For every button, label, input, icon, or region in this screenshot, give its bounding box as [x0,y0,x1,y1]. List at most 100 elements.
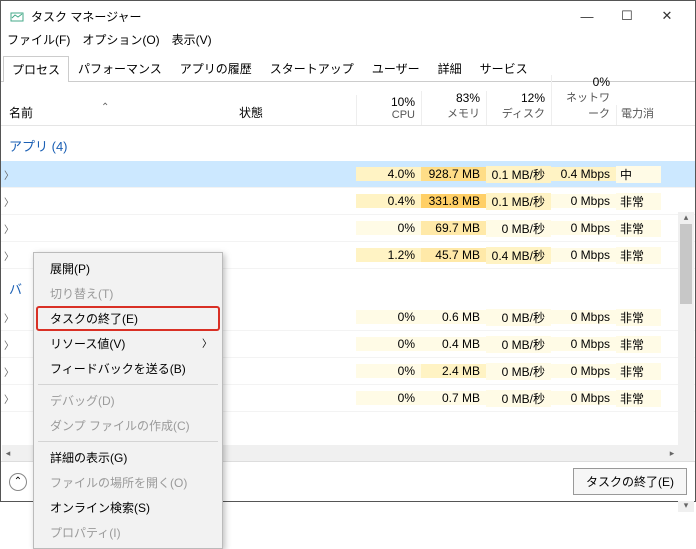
cell-power: 中 [616,166,661,183]
cell-power: 非常 [616,220,661,237]
tab-services[interactable]: サービス [471,55,537,81]
cell-disk: 0 MB/秒 [486,390,551,407]
scroll-up-icon[interactable]: ▴ [678,212,694,224]
scroll-thumb[interactable] [680,224,692,304]
cell-network: 0 Mbps [551,194,616,208]
cell-memory: 928.7 MB [421,167,486,181]
scroll-left-icon[interactable]: ◂ [2,445,14,461]
cm-end-task[interactable]: タスクの終了(E) [36,306,220,331]
expand-chevron-icon[interactable]: 〉 [1,167,17,182]
cell-cpu: 1.2% [356,248,421,262]
cell-disk: 0 MB/秒 [486,220,551,237]
col-network[interactable]: 0%ネットワーク [551,75,616,125]
cell-power: 非常 [616,247,661,264]
tab-details[interactable]: 詳細 [429,55,471,81]
cell-network: 0 Mbps [551,248,616,262]
cell-network: 0 Mbps [551,310,616,324]
cm-expand[interactable]: 展開(P) [36,256,220,281]
menubar: ファイル(F) オプション(O) 表示(V) [1,31,695,51]
tab-performance[interactable]: パフォーマンス [69,55,171,81]
cell-memory: 0.4 MB [421,337,486,351]
cell-cpu: 0.4% [356,194,421,208]
col-power[interactable]: 電力消 [616,105,661,125]
cell-cpu: 0% [356,310,421,324]
cm-separator [38,441,218,442]
table-row[interactable]: 〉 0.4%331.8 MB0.1 MB/秒0 Mbps非常 [1,188,695,215]
sort-indicator-icon: ⌃ [101,102,109,113]
cm-details[interactable]: 詳細の表示(G) [36,445,220,470]
expand-chevron-icon[interactable]: 〉 [1,391,17,406]
cell-network: 0 Mbps [551,221,616,235]
cm-search[interactable]: オンライン検索(S) [36,495,220,520]
cell-memory: 2.4 MB [421,364,486,378]
cm-open-location: ファイルの場所を開く(O) [36,470,220,495]
menu-view[interactable]: 表示(V) [172,31,212,51]
cell-cpu: 4.0% [356,167,421,181]
chevron-up-icon: ⌃ [9,473,27,491]
cell-memory: 331.8 MB [421,194,486,208]
expand-chevron-icon[interactable]: 〉 [1,337,17,352]
cell-memory: 0.7 MB [421,391,486,405]
tab-processes[interactable]: プロセス [3,56,69,82]
cell-disk: 0.1 MB/秒 [486,166,551,183]
cell-network: 0 Mbps [551,364,616,378]
context-menu: 展開(P) 切り替え(T) タスクの終了(E) リソース値(V)〉 フィードバッ… [33,252,223,549]
submenu-arrow-icon: 〉 [202,335,212,350]
cm-dump: ダンプ ファイルの作成(C) [36,413,220,438]
expand-chevron-icon[interactable]: 〉 [1,194,17,209]
tab-startup[interactable]: スタートアップ [261,55,363,81]
minimize-button[interactable]: ― [567,2,607,30]
expand-chevron-icon[interactable]: 〉 [1,310,17,325]
cell-memory: 69.7 MB [421,221,486,235]
cell-disk: 0.4 MB/秒 [486,247,551,264]
col-name[interactable]: ⌃ 名前 [1,104,231,125]
cell-power: 非常 [616,390,661,407]
cm-separator [38,384,218,385]
cell-cpu: 0% [356,337,421,351]
cell-memory: 45.7 MB [421,248,486,262]
scroll-right-icon[interactable]: ▸ [666,445,678,461]
cm-switch: 切り替え(T) [36,281,220,306]
expand-chevron-icon[interactable]: 〉 [1,221,17,236]
close-button[interactable]: ✕ [647,2,687,30]
cell-power: 非常 [616,363,661,380]
cell-disk: 0.1 MB/秒 [486,193,551,210]
cm-properties: プロパティ(I) [36,520,220,545]
table-row[interactable]: 〉 0%69.7 MB0 MB/秒0 Mbps非常 [1,215,695,242]
cell-power: 非常 [616,336,661,353]
group-apps[interactable]: アプリ (4) [1,126,695,161]
cell-power: 非常 [616,309,661,326]
cell-network: 0 Mbps [551,391,616,405]
content-area: ⌃ 名前 状態 10%CPU 83%メモリ 12%ディスク 0%ネットワーク 電… [1,82,695,462]
tab-users[interactable]: ユーザー [363,55,429,81]
cell-cpu: 0% [356,221,421,235]
cell-disk: 0 MB/秒 [486,309,551,326]
col-disk[interactable]: 12%ディスク [486,91,551,125]
col-status[interactable]: 状態 [231,104,356,125]
app-icon [9,8,25,24]
cell-disk: 0 MB/秒 [486,336,551,353]
expand-chevron-icon[interactable]: 〉 [1,364,17,379]
cell-disk: 0 MB/秒 [486,363,551,380]
column-headers: ⌃ 名前 状態 10%CPU 83%メモリ 12%ディスク 0%ネットワーク 電… [1,82,695,126]
cell-network: 0 Mbps [551,337,616,351]
menu-options[interactable]: オプション(O) [82,31,159,51]
cell-cpu: 0% [356,391,421,405]
cell-cpu: 0% [356,364,421,378]
cm-feedback[interactable]: フィードバックを送る(B) [36,356,220,381]
cell-power: 非常 [616,193,661,210]
expand-chevron-icon[interactable]: 〉 [1,248,17,263]
window-title: タスク マネージャー [31,8,567,25]
window-controls: ― ☐ ✕ [567,2,687,30]
table-row[interactable]: 〉 4.0%928.7 MB0.1 MB/秒0.4 Mbps中 [1,161,695,188]
end-task-button[interactable]: タスクの終了(E) [573,468,687,495]
col-memory[interactable]: 83%メモリ [421,91,486,125]
maximize-button[interactable]: ☐ [607,2,647,30]
cm-debug: デバッグ(D) [36,388,220,413]
menu-file[interactable]: ファイル(F) [7,31,70,51]
titlebar: タスク マネージャー ― ☐ ✕ [1,1,695,31]
cell-network: 0.4 Mbps [551,167,616,181]
col-cpu[interactable]: 10%CPU [356,95,421,125]
cm-resource[interactable]: リソース値(V)〉 [36,331,220,356]
tab-history[interactable]: アプリの履歴 [171,55,261,81]
